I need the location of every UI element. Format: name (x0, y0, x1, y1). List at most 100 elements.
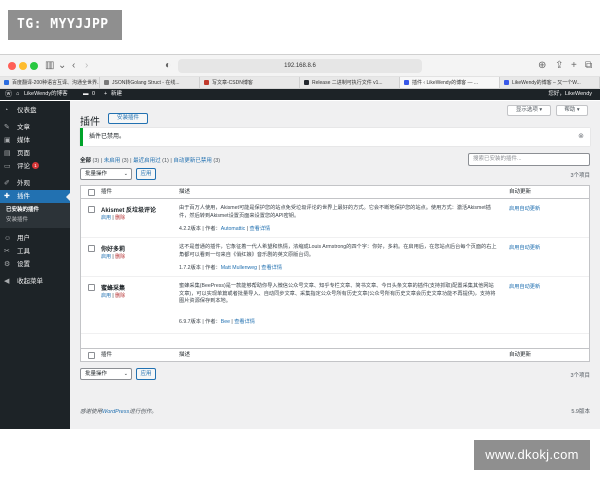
sidebar-item-label: 外观 (17, 180, 30, 187)
comment-icon: ▭ (4, 163, 11, 170)
sidebar-item-brush[interactable]: ✐ 外观 (0, 177, 70, 190)
sidebar-item-collapse[interactable]: ◀ 收起菜单 (0, 275, 70, 288)
browser-tab[interactable]: Release 二进制可执行文件 v1... (300, 77, 400, 88)
wp-admin-bar: ⓦ ⌂ LikeWendy的博客 ▬ 0 + 新建 您好，LikeWendy (0, 89, 600, 100)
sidebar-item-tools[interactable]: ✂ 工具 (0, 245, 70, 258)
column-auto-update-footer: 自动更新 (509, 352, 532, 358)
comment-icon[interactable]: ▬ (83, 89, 89, 100)
browser-tab[interactable]: JSON转Golang Struct - 在线... (100, 77, 200, 88)
filter-recent[interactable]: 最近启用过 (133, 158, 161, 164)
sidebar-item-pin[interactable]: ✎ 文章 (0, 121, 70, 134)
delete-link[interactable]: 删除 (115, 254, 125, 260)
dismiss-icon[interactable]: ⊗ (578, 128, 584, 146)
sidebar-item-settings[interactable]: ⚙ 设置 (0, 258, 70, 271)
new-tab-icon[interactable]: + (571, 58, 577, 74)
enable-auto-update-link[interactable]: 启用自动更新 (509, 205, 540, 212)
plugin-author-link[interactable]: Automattic (221, 226, 246, 232)
sidebar-toggle-icon[interactable]: ▥ (45, 58, 54, 74)
plugin-name: Akismet 反垃圾评论 (101, 208, 157, 214)
browser-tab[interactable]: 百度翻译-200种语言互译、沟通全世界... (0, 77, 100, 88)
sidebar-item-page[interactable]: ▤ 页面 (0, 147, 70, 160)
browser-tab[interactable]: 插件 ‹ LikeWendy的博客 — ... (400, 77, 500, 88)
url-bar[interactable]: 192.168.8.6 (178, 59, 422, 73)
bulk-action-label: 批量操作 (85, 171, 108, 177)
plugin-details-link[interactable]: 查看详情 (234, 319, 255, 325)
tab-overview-icon[interactable]: ⧉ (585, 58, 592, 74)
download-icon[interactable]: ⊕ (538, 58, 546, 74)
browser-tab[interactable]: LikeWendy的博客 – 又一个W... (500, 77, 600, 88)
select-all-checkbox-footer[interactable] (88, 352, 95, 359)
apply-button-top[interactable]: 应用 (136, 168, 156, 180)
plugin-name: 蜜蜂采集 (101, 286, 126, 292)
plugin-meta: 6.9.7版本 | 作者：Bee | 查看详情 (179, 319, 255, 326)
screen-options-button[interactable]: 显示选项 ▾ (507, 105, 551, 116)
delete-link[interactable]: 删除 (115, 215, 125, 221)
help-button[interactable]: 帮助 ▾ (556, 105, 588, 116)
sidebar-item-label: 设置 (17, 261, 30, 268)
plugins-submenu: 已安装的插件 安装插件 (0, 203, 70, 228)
plugin-checkbox[interactable] (88, 284, 95, 291)
plugin-checkbox[interactable] (88, 245, 95, 252)
column-plugin-footer: 插件 (101, 352, 113, 358)
plus-icon: + (104, 91, 108, 97)
notice-text: 插件已禁用。 (89, 134, 126, 140)
sidebar-item-label: 用户 (17, 235, 30, 242)
activate-link[interactable]: 启用 (101, 215, 111, 221)
favicon-icon (104, 80, 109, 85)
plugin-row: Akismet 反垃圾评论 启用 | 删除 由于百万人使用，Akismet可能是保护… (81, 199, 589, 238)
footer-wordpress-link[interactable]: WordPress (102, 409, 129, 415)
sidebar-item-media[interactable]: ▣ 媒体 (0, 134, 70, 147)
filter-inactive[interactable]: 未启用 (104, 158, 121, 164)
admin-bar-new[interactable]: 新建 (111, 89, 122, 100)
browser-toolbar: ▥ ⌄ ‹ › ◐ 192.168.8.6 ⊕ ⇪ + ⧉ (0, 55, 600, 77)
browser-tab[interactable]: 写文章-CSDN博客 (200, 77, 300, 88)
plugin-author-link[interactable]: Matt Mullenweg (221, 265, 257, 271)
plugin-details-link[interactable]: 查看详情 (261, 265, 282, 271)
browser-tab-label: LikeWendy的博客 – 又一个W... (512, 80, 581, 86)
share-icon[interactable]: ⇪ (555, 58, 563, 74)
collapse-icon: ◀ (4, 278, 10, 285)
watermark-top: TG: MYYJJPP (8, 10, 122, 40)
filter-auto-disabled-count: (3) (213, 158, 221, 164)
bulk-action-select-bottom[interactable]: 批量操作 ⌄ (80, 368, 132, 380)
delete-link[interactable]: 删除 (115, 293, 125, 299)
back-icon[interactable]: ‹ (72, 58, 75, 74)
sidebar-item-label: 收起菜单 (17, 278, 43, 285)
plugin-filters: 全部 (3) | 未启用 (3) | 最近启用过 (1) | 自动更新已禁用 (… (80, 158, 221, 164)
column-auto-update: 自动更新 (509, 189, 532, 195)
sidebar-item-comment[interactable]: ▭ 评论 1 (0, 160, 70, 173)
bulk-action-select-top[interactable]: 批量操作 ⌄ (80, 168, 132, 180)
zoom-window-button[interactable] (30, 62, 38, 70)
filter-all[interactable]: 全部 (80, 158, 91, 164)
plugin-checkbox[interactable] (88, 206, 95, 213)
close-window-button[interactable] (8, 62, 16, 70)
chevron-down-icon[interactable]: ⌄ (58, 58, 66, 74)
submenu-installed-plugins[interactable]: 已安装的插件 (0, 205, 70, 215)
apply-button-bottom[interactable]: 应用 (136, 368, 156, 380)
settings-icon: ⚙ (4, 261, 11, 268)
plugin-author-link[interactable]: Bee (221, 319, 230, 325)
admin-bar-site-name[interactable]: LikeWendy的博客 (24, 89, 68, 100)
filter-auto-disabled[interactable]: 自动更新已禁用 (173, 158, 212, 164)
activate-link[interactable]: 启用 (101, 293, 111, 299)
activate-link[interactable]: 启用 (101, 254, 111, 260)
enable-auto-update-link[interactable]: 启用自动更新 (509, 283, 540, 290)
admin-bar-comments-count[interactable]: 0 (92, 89, 95, 100)
submenu-add-plugin[interactable]: 安装插件 (0, 215, 70, 225)
admin-bar-greeting[interactable]: 您好，LikeWendy (548, 89, 592, 100)
forward-icon[interactable]: › (85, 58, 88, 74)
item-count-bottom: 3个项目 (570, 373, 590, 379)
plugin-version: 6.9.7版本 (179, 319, 201, 326)
enable-auto-update-link[interactable]: 启用自动更新 (509, 244, 540, 251)
select-all-checkbox[interactable] (88, 189, 95, 196)
plugin-search-input[interactable]: 搜索已安装的插件... (468, 153, 590, 166)
minimize-window-button[interactable] (19, 62, 27, 70)
shield-icon[interactable]: ◐ (165, 58, 171, 74)
plugin-details-link[interactable]: 查看详情 (249, 226, 270, 232)
wordpress-logo-icon[interactable]: ⓦ (5, 89, 12, 100)
sidebar-item-plugin[interactable]: ✚ 插件 (0, 190, 70, 203)
sidebar-item-dashboard[interactable]: ◔ 仪表盘 (0, 104, 70, 117)
favicon-icon (204, 80, 209, 85)
add-plugin-button[interactable]: 安装插件 (108, 113, 148, 124)
sidebar-item-user[interactable]: ☺ 用户 (0, 232, 70, 245)
